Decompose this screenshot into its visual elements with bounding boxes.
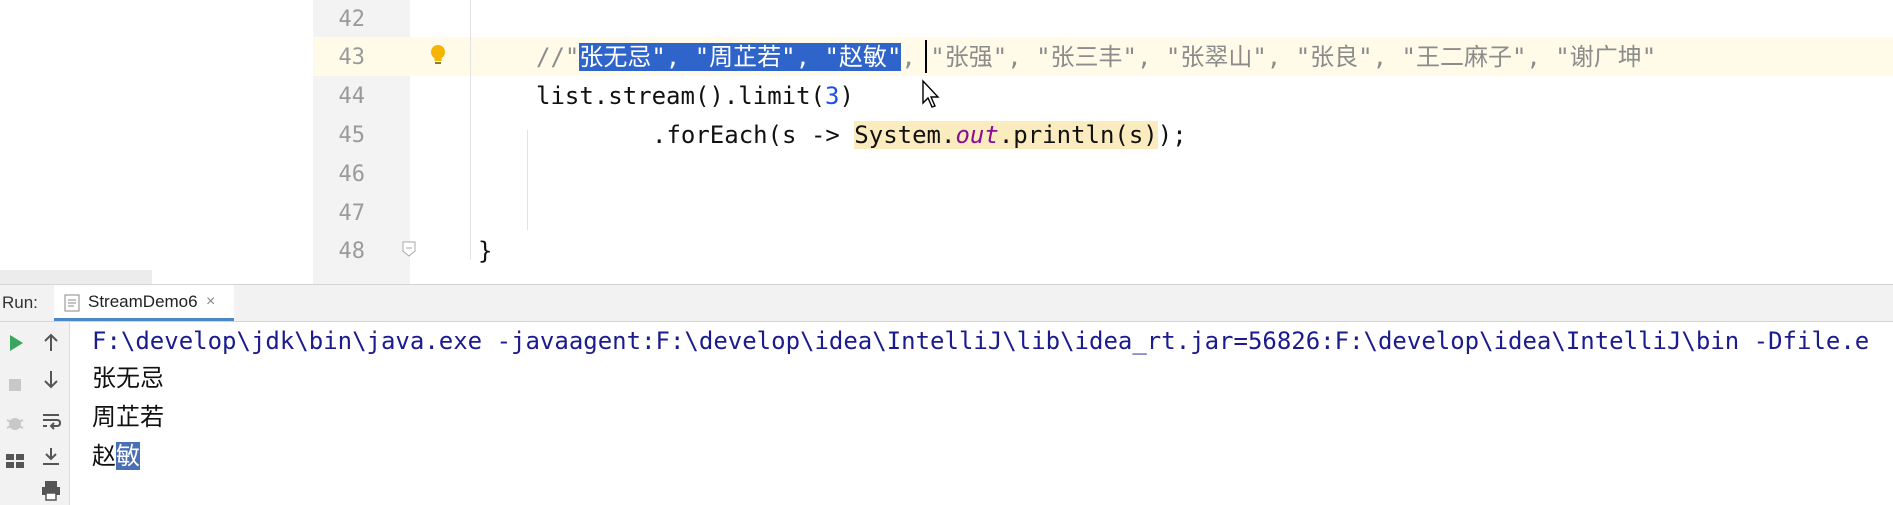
- code-token: }: [478, 237, 493, 265]
- tab-streamdemo6[interactable]: StreamDemo6 ×: [54, 285, 234, 321]
- line-number[interactable]: 47: [313, 194, 366, 233]
- run-toolbar: [0, 322, 70, 505]
- soft-wrap-icon[interactable]: [38, 408, 64, 434]
- tab-title: StreamDemo6: [88, 292, 198, 311]
- code-line-45[interactable]: .forEach(s -> System.out.println(s));: [652, 116, 1187, 155]
- console-text: 张无忌: [92, 364, 164, 392]
- run-tool-window-header: Run: StreamDemo6 ×: [0, 284, 1893, 322]
- code-line-44[interactable]: list.stream().limit(3): [536, 77, 854, 116]
- run-label: Run:: [2, 293, 38, 312]
- stop-icon[interactable]: [2, 372, 28, 398]
- console-line: 张无忌: [92, 359, 164, 397]
- console-command-line: F:\develop\jdk\bin\java.exe -javaagent:F…: [92, 327, 1870, 355]
- code-token: //": [536, 43, 580, 71]
- console-line: 周芷若: [92, 398, 164, 436]
- scroll-to-end-icon[interactable]: [38, 444, 64, 470]
- code-token: .println(s): [998, 121, 1158, 149]
- fold-marker-icon[interactable]: [402, 241, 416, 257]
- code-token: 张无忌", "周芷若", "赵敏": [579, 43, 902, 71]
- code-token: );: [1157, 121, 1187, 149]
- console-selected-text: 敏: [116, 442, 140, 470]
- indent-guide: [470, 0, 471, 260]
- code-token: .forEach(s ->: [652, 121, 855, 149]
- console-text: 赵: [92, 442, 116, 470]
- line-number[interactable]: 48: [313, 232, 366, 271]
- lightbulb-icon[interactable]: [427, 43, 449, 67]
- code-line-48[interactable]: }: [478, 232, 492, 271]
- line-number[interactable]: 43: [313, 38, 366, 77]
- code-token: , "张强", "张三丰", "张翠山", "张良", "王二麻子", "谢广坤…: [901, 43, 1657, 71]
- scroll-down-icon[interactable]: [38, 366, 64, 392]
- code-token: 3: [824, 82, 840, 110]
- line-number[interactable]: 46: [313, 155, 366, 194]
- text-caret: [925, 40, 927, 73]
- code-token: list.stream().limit(: [536, 82, 825, 110]
- code-line-43[interactable]: //"张无忌", "周芷若", "赵敏", "张强", "张三丰", "张翠山"…: [536, 38, 1656, 77]
- close-icon[interactable]: ×: [206, 285, 215, 318]
- print-icon[interactable]: [38, 478, 64, 504]
- layout-icon[interactable]: [2, 448, 28, 474]
- indent-guide: [527, 130, 528, 230]
- code-token: out: [955, 121, 999, 149]
- code-token: ): [839, 82, 854, 110]
- line-number[interactable]: 44: [313, 77, 366, 116]
- console-output[interactable]: F:\develop\jdk\bin\java.exe -javaagent:F…: [70, 322, 1893, 505]
- line-number[interactable]: 42: [313, 0, 366, 39]
- code-token: System.: [854, 121, 956, 149]
- debug-icon[interactable]: [2, 410, 28, 436]
- scroll-up-icon[interactable]: [38, 330, 64, 356]
- project-panel-edge: [0, 270, 152, 284]
- rerun-icon[interactable]: [2, 330, 28, 356]
- console-line: 赵敏: [92, 437, 140, 475]
- console-text: 周芷若: [92, 403, 164, 431]
- run-config-icon: [64, 294, 80, 312]
- mouse-pointer-icon: [922, 79, 940, 108]
- line-number[interactable]: 45: [313, 116, 366, 155]
- code-editor[interactable]: 42 43 44 45 46 47 48 //"张无忌", "周芷若", "赵敏…: [0, 0, 1893, 284]
